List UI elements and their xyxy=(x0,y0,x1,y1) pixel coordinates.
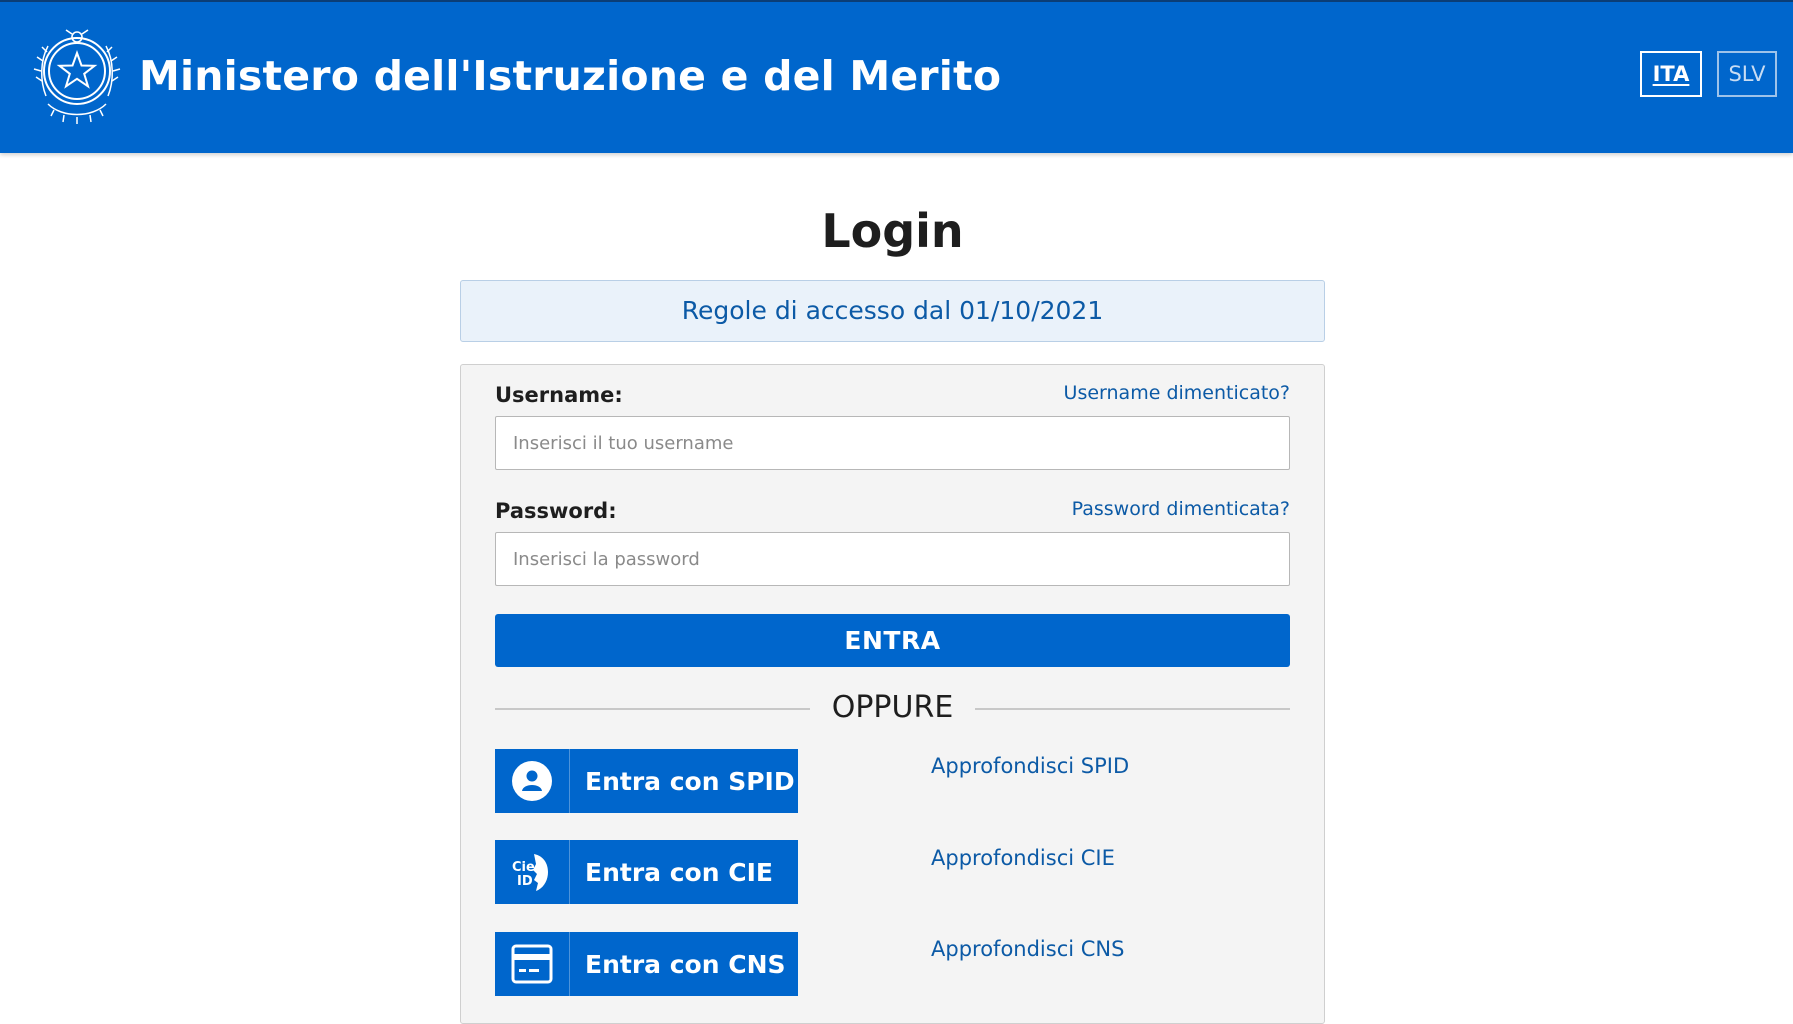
forgot-username-link[interactable]: Username dimenticato? xyxy=(1064,379,1290,407)
italian-republic-emblem-icon xyxy=(33,29,121,124)
page-title: Login xyxy=(821,204,964,258)
language-ita-button[interactable]: ITA xyxy=(1640,51,1702,97)
divider-label: OPPURE xyxy=(831,690,954,725)
site-header: Ministero dell'Istruzione e del Merito I… xyxy=(0,0,1793,153)
password-label: Password: xyxy=(495,499,617,523)
svg-text:ID: ID xyxy=(517,874,533,889)
cns-login-button[interactable]: Entra con CNS xyxy=(495,932,798,996)
username-input[interactable] xyxy=(495,416,1290,470)
learn-more-cns-link[interactable]: Approfondisci CNS xyxy=(931,934,1124,964)
password-input[interactable] xyxy=(495,532,1290,586)
language-slv-button[interactable]: SLV xyxy=(1717,51,1777,97)
cns-icon-container xyxy=(495,932,570,996)
ministry-title: Ministero dell'Istruzione e del Merito xyxy=(139,52,1002,100)
spid-icon-container xyxy=(495,749,570,813)
cie-login-button[interactable]: Cie ID Entra con CIE xyxy=(495,840,798,904)
login-submit-button[interactable]: ENTRA xyxy=(495,614,1290,667)
username-label: Username: xyxy=(495,383,623,407)
cie-icon-container: Cie ID xyxy=(495,840,570,904)
divider-line-left xyxy=(495,708,810,710)
forgot-password-link[interactable]: Password dimenticata? xyxy=(1072,495,1290,523)
cns-button-label: Entra con CNS xyxy=(585,949,786,979)
smart-card-icon xyxy=(511,944,553,984)
divider-line-right xyxy=(975,708,1290,710)
cie-button-label: Entra con CIE xyxy=(585,857,773,887)
access-rules-link[interactable]: Regole di accesso dal 01/10/2021 xyxy=(460,280,1325,342)
learn-more-spid-link[interactable]: Approfondisci SPID xyxy=(931,751,1129,781)
cie-id-icon: Cie ID xyxy=(512,854,548,891)
learn-more-cie-link[interactable]: Approfondisci CIE xyxy=(931,843,1115,873)
spid-user-icon xyxy=(512,761,552,801)
spid-login-button[interactable]: Entra con SPID xyxy=(495,749,798,813)
svg-text:Cie: Cie xyxy=(512,860,535,875)
spid-button-label: Entra con SPID xyxy=(585,766,795,796)
